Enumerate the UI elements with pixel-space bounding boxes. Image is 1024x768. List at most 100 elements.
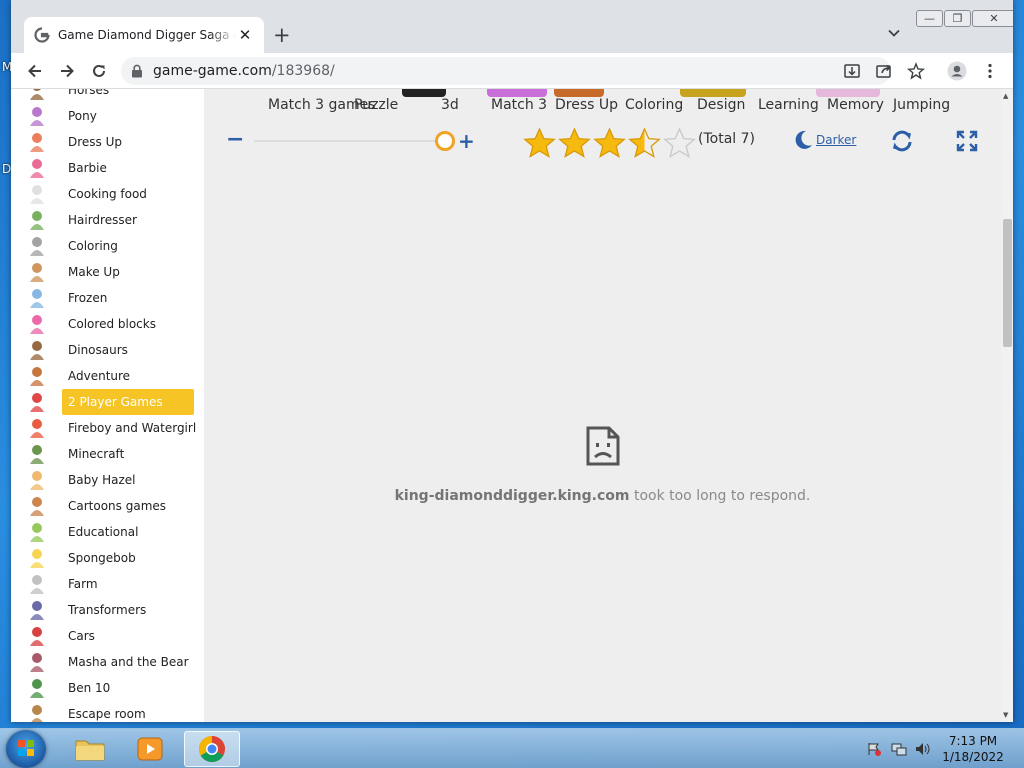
star-icon[interactable]	[662, 127, 697, 159]
sidebar-item[interactable]: Dress Up	[11, 129, 204, 155]
star-icon[interactable]	[627, 127, 662, 159]
category-thumbnail[interactable]	[680, 89, 746, 97]
install-app-icon[interactable]	[843, 62, 861, 80]
system-clock[interactable]: 7:13 PM 1/18/2022	[930, 733, 1016, 765]
sidebar-item[interactable]: Frozen	[11, 285, 204, 311]
lock-icon	[132, 64, 142, 78]
browser-tab[interactable]: Game Diamond Digger Saga online ✕	[24, 17, 264, 53]
sidebar-item[interactable]: Fireboy and Watergirl	[11, 415, 204, 441]
sidebar-item[interactable]: Pony	[11, 103, 204, 129]
sidebar-item[interactable]: Cooking food	[11, 181, 204, 207]
sidebar-item[interactable]: Make Up	[11, 259, 204, 285]
taskbar-explorer-button[interactable]	[62, 731, 118, 767]
refresh-icon[interactable]	[890, 129, 914, 153]
new-tab-button[interactable]: +	[273, 23, 291, 47]
sidebar-item[interactable]: Masha and the Bear	[11, 649, 204, 675]
adventure-icon	[24, 364, 50, 388]
category-link[interactable]: Jumping	[893, 97, 950, 114]
category-thumbnail[interactable]	[402, 89, 446, 97]
maximize-button[interactable]: ❐	[944, 10, 971, 27]
category-link[interactable]: Match 3 games	[268, 97, 376, 114]
category-link[interactable]: Memory	[827, 97, 884, 114]
sidebar-item[interactable]: 2 Player Games	[11, 389, 204, 415]
address-bar[interactable]: game-game.com/183968/	[121, 57, 891, 85]
blocks-icon	[24, 312, 50, 336]
sidebar-item[interactable]: Transformers	[11, 597, 204, 623]
kebab-menu-icon[interactable]	[981, 62, 999, 80]
back-arrow-icon[interactable]	[26, 62, 44, 80]
zoom-out-button[interactable]: −	[226, 129, 244, 151]
sidebar-item[interactable]: Dinosaurs	[11, 337, 204, 363]
category-thumbnail[interactable]	[487, 89, 547, 97]
volume-icon[interactable]	[915, 742, 931, 756]
category-thumbnail[interactable]	[816, 89, 880, 97]
moon-icon	[795, 130, 812, 149]
pony-icon	[24, 104, 50, 128]
scroll-down-arrow-icon[interactable]: ▼	[1003, 711, 1008, 719]
sidebar-item[interactable]: Ben 10	[11, 675, 204, 701]
category-link[interactable]: Dress Up	[555, 97, 618, 114]
sidebar-item[interactable]: Farm	[11, 571, 204, 597]
reload-icon[interactable]	[90, 62, 108, 80]
sidebar-item[interactable]: Educational	[11, 519, 204, 545]
sad-document-icon	[586, 426, 619, 466]
error-message: took too long to respond.	[629, 488, 811, 504]
action-center-flag-icon[interactable]	[866, 742, 882, 756]
tab-search-chevron-icon[interactable]	[887, 26, 901, 40]
sidebar-item[interactable]: Barbie	[11, 155, 204, 181]
error-host: king-diamonddigger.king.com	[394, 488, 630, 504]
taskbar-chrome-button[interactable]	[184, 731, 240, 767]
sidebar-item-label: Educational	[68, 525, 139, 539]
darker-toggle[interactable]: Darker	[792, 129, 856, 151]
sidebar-item-label: Horses	[68, 89, 110, 97]
bookmark-star-icon[interactable]	[907, 62, 925, 80]
sidebar-item[interactable]: Cars	[11, 623, 204, 649]
category-link[interactable]: Learning	[758, 97, 819, 114]
sidebar-item[interactable]: Adventure	[11, 363, 204, 389]
forward-arrow-icon[interactable]	[58, 62, 76, 80]
sidebar-item[interactable]: Baby Hazel	[11, 467, 204, 493]
page-scrollbar[interactable]: ▲ ▼	[1001, 89, 1013, 722]
star-icon[interactable]	[522, 127, 557, 159]
minimize-button[interactable]: —	[916, 10, 943, 27]
sidebar-item-label: Colored blocks	[68, 317, 156, 331]
zoom-slider-track[interactable]	[254, 140, 444, 142]
scrollbar-thumb[interactable]	[1003, 219, 1012, 347]
clock-time: 7:13 PM	[948, 734, 998, 748]
tab-close-icon[interactable]: ✕	[236, 26, 254, 44]
sidebar-item[interactable]: Coloring	[11, 233, 204, 259]
category-link[interactable]: Puzzle	[354, 97, 398, 114]
category-link[interactable]: Design	[697, 97, 745, 114]
category-thumbnail[interactable]	[554, 89, 604, 97]
category-link[interactable]: Coloring	[625, 97, 683, 114]
category-link[interactable]: Match 3	[491, 97, 547, 114]
star-icon[interactable]	[592, 127, 627, 159]
zoom-in-button[interactable]: +	[458, 129, 475, 153]
makeup-icon	[24, 260, 50, 284]
desktop-icon-label: D	[2, 162, 12, 176]
category-link[interactable]: 3d	[441, 97, 459, 114]
close-window-button[interactable]: ✕	[972, 10, 1013, 27]
taskbar-media-player-button[interactable]	[122, 731, 178, 767]
sidebar-item[interactable]: Minecraft	[11, 441, 204, 467]
sidebar-item[interactable]: Spongebob	[11, 545, 204, 571]
sidebar-item-label: Transformers	[68, 603, 147, 617]
scroll-up-arrow-icon[interactable]: ▲	[1003, 92, 1008, 100]
sidebar-item-label: Minecraft	[68, 447, 125, 461]
sidebar-item[interactable]: Escape room	[11, 701, 204, 722]
network-icon[interactable]	[891, 742, 907, 756]
sidebar-item[interactable]: Hairdresser	[11, 207, 204, 233]
sidebar-item[interactable]: Colored blocks	[11, 311, 204, 337]
dinosaur-icon	[24, 338, 50, 362]
profile-avatar-icon[interactable]	[947, 61, 967, 81]
sidebar-item-label: 2 Player Games	[68, 395, 163, 409]
sidebar-item[interactable]: Cartoons games	[11, 493, 204, 519]
sidebar-item-label: Hairdresser	[68, 213, 137, 227]
sidebar-item[interactable]: Horses	[11, 89, 204, 103]
start-button[interactable]	[6, 730, 46, 768]
sidebar-item-label: Escape room	[68, 707, 146, 721]
fullscreen-icon[interactable]	[956, 130, 978, 152]
zoom-slider-handle[interactable]	[435, 131, 455, 151]
share-icon[interactable]	[875, 62, 893, 80]
star-icon[interactable]	[557, 127, 592, 159]
